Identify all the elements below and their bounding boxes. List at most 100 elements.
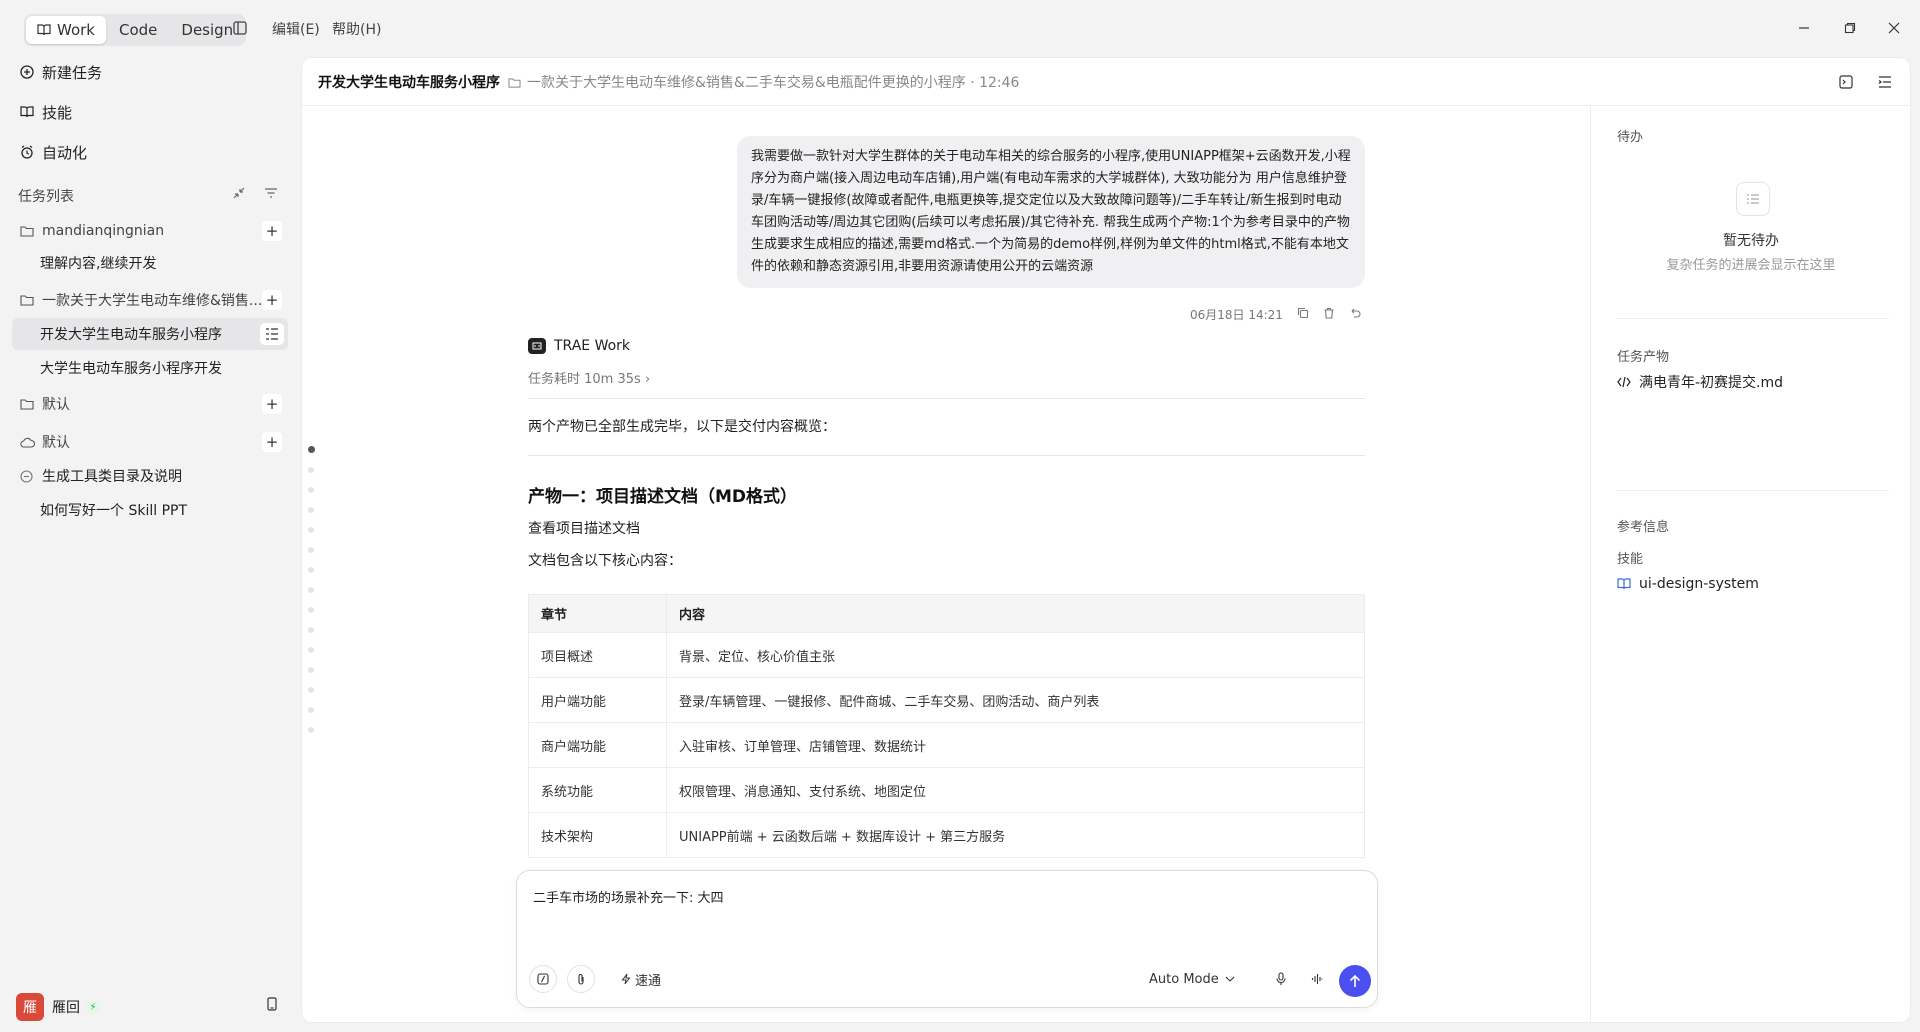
mode-design-label: Design [181,21,234,39]
chevron-down-icon [1225,976,1235,982]
code-icon [1617,376,1631,388]
table-row: 系统功能 权限管理、消息通知、支付系统、地图定位 [528,767,1365,813]
table-header-row: 章节 内容 [528,594,1365,633]
add-task-button[interactable]: + [262,221,282,241]
composer-input[interactable]: 二手车市场的场景补充一下: 大四 [533,887,724,906]
plus-circle-icon [20,65,34,79]
message-meta: 06月18日 14:21 [1190,306,1361,323]
filter-icon[interactable] [264,186,278,204]
task-group-label: 一款关于大学生电动车维修&销售... [42,293,263,309]
book-icon [20,106,34,118]
table-cell: UNIAPP前端 + 云函数后端 + 数据库设计 + 第三方服务 [666,812,1365,858]
mode-work-label: Work [57,21,95,39]
terminal-icon[interactable] [1836,72,1856,92]
task-duration[interactable]: 任务耗时 10m 35s › [528,368,650,387]
divider [528,398,1365,399]
artifact-file-name: 满电青年-初赛提交.md [1639,375,1784,391]
artifact-file-item[interactable]: 满电青年-初赛提交.md [1617,372,1783,392]
user-profile[interactable]: 雁 雁回 ⚡ [16,993,100,1021]
message-composer[interactable]: 二手车市场的场景补充一下: 大四 速通 Auto Mode [516,870,1378,1008]
task-group[interactable]: 默认 + [12,427,288,457]
task-group[interactable]: mandianqingnian + [12,216,288,246]
task-item[interactable]: 大学生电动车服务小程序开发 [12,352,288,384]
divider [1617,490,1889,491]
task-item[interactable]: 如何写好一个 Skill PPT [12,494,288,526]
assistant-header: TRAE Work [528,338,630,354]
microphone-icon[interactable] [1269,965,1293,993]
cloud-icon [20,437,36,448]
close-icon[interactable] [1882,16,1906,40]
add-task-button[interactable]: + [262,394,282,414]
todo-title: 待办 [1617,130,1644,145]
skill-name: ui-design-system [1639,576,1759,592]
model-mode-label: Auto Mode [1149,971,1219,987]
mode-code-tab[interactable]: Code [108,16,168,44]
voice-wave-icon[interactable] [1305,965,1329,993]
table-row: 商户端功能 入驻审核、订单管理、店铺管理、数据统计 [528,722,1365,768]
table-header-cell: 章节 [528,594,667,633]
assistant-logo-icon [528,338,546,354]
collapse-all-icon[interactable] [232,186,246,204]
task-item[interactable]: 理解内容,继续开发 [12,247,288,279]
task-header: 开发大学生电动车服务小程序 一款关于大学生电动车维修&销售&二手车交易&电瓶配件… [302,58,1910,106]
section-heading: 产物一：项目描述文档（MD格式） [528,487,798,507]
delete-icon[interactable] [1323,307,1335,322]
mode-work-tab[interactable]: Work [26,16,106,44]
title-bar: Work Code Design 编辑(E) 帮助(H) [0,0,1920,56]
divider [528,455,1365,456]
task-group[interactable]: 默认 + [12,389,288,419]
task-group[interactable]: 生成工具类目录及说明 [12,461,288,491]
speed-mode-button[interactable]: 速通 [621,965,661,993]
task-list-title: 任务列表 [18,189,74,205]
send-button[interactable] [1339,965,1371,997]
app-window: Work Code Design 编辑(E) 帮助(H) 新建任务 技能 自动化… [0,0,1920,1032]
task-outline-icon[interactable] [260,323,284,345]
sidebar-toggle-icon[interactable] [230,18,250,38]
task-group-label: 生成工具类目录及说明 [42,469,182,485]
maximize-icon[interactable] [1838,16,1862,40]
folder-icon [20,225,36,237]
menu-edit[interactable]: 编辑(E) [272,19,320,39]
nav-new-task-label: 新建任务 [42,63,103,82]
table-cell: 权限管理、消息通知、支付系统、地图定位 [666,767,1365,813]
model-mode-dropdown[interactable]: Auto Mode [1149,965,1235,993]
table-cell: 商户端功能 [528,722,667,768]
message-timeline[interactable] [308,446,318,747]
task-item-selected[interactable]: 开发大学生电动车服务小程序 [12,318,288,350]
outline-panel-icon[interactable] [1875,72,1895,92]
nav-new-task[interactable]: 新建任务 [20,58,102,86]
content-table: 章节 内容 项目概述 背景、定位、核心价值主张 用户端功能 登录/车辆管理、一键报修… [528,594,1365,858]
task-group-label: 默认 [42,397,70,413]
task-group[interactable]: 一款关于大学生电动车维修&销售... + [12,285,288,315]
view-doc-link[interactable]: 查看项目描述文档 [528,518,640,538]
nav-skills-label: 技能 [42,103,73,122]
divider [1617,318,1889,319]
artifacts-title: 任务产物 [1617,350,1670,365]
nav-skills[interactable]: 技能 [20,98,72,126]
add-task-button[interactable]: + [262,432,282,452]
book-icon [1617,578,1631,590]
table-row: 技术架构 UNIAPP前端 + 云函数后端 + 数据库设计 + 第三方服务 [528,812,1365,858]
table-cell: 背景、定位、核心价值主张 [666,632,1365,678]
add-task-button[interactable]: + [262,290,282,310]
table-row: 项目概述 背景、定位、核心价值主张 [528,632,1365,678]
minus-circle-icon [20,469,36,483]
checklist-icon [1736,182,1770,216]
conversation-area[interactable]: 我需要做一款针对大学生群体的关于电动车相关的综合服务的小程序,使用UNIAPP框… [302,106,1590,902]
skill-item[interactable]: ui-design-system [1617,576,1759,592]
nav-automation[interactable]: 自动化 [20,138,87,166]
table-cell: 项目概述 [528,632,667,678]
todo-empty-title: 暂无待办 [1723,233,1779,249]
attachment-icon[interactable] [567,965,595,993]
slash-command-icon[interactable] [529,965,557,993]
phone-icon[interactable] [262,994,282,1014]
reference-title: 参考信息 [1617,520,1670,535]
undo-icon[interactable] [1349,307,1361,322]
copy-icon[interactable] [1297,307,1309,322]
minimize-icon[interactable] [1792,16,1816,40]
menu-help[interactable]: 帮助(H) [332,19,381,39]
task-group-label: 默认 [42,435,70,451]
avatar: 雁 [16,993,44,1021]
task-group-label: mandianqingnian [42,223,165,239]
task-subtitle: 一款关于大学生电动车维修&销售&二手车交易&电瓶配件更换的小程序 · 12:46 [508,72,1019,92]
